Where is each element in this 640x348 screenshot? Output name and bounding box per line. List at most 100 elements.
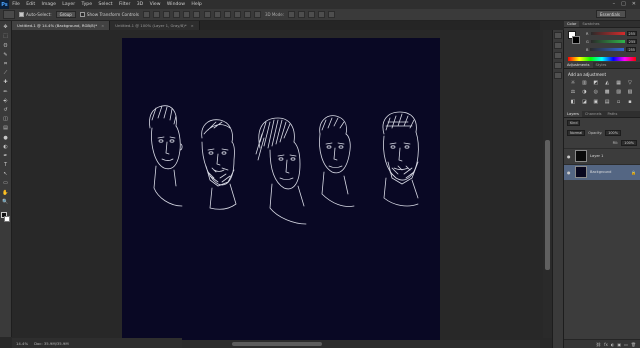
red-slider[interactable]: R 255 (586, 31, 637, 36)
zoom-level[interactable]: 14.4% (16, 341, 28, 346)
layer-filter-dropdown[interactable]: Kind (567, 119, 581, 126)
menu-type[interactable]: Type (78, 0, 95, 9)
color-spectrum[interactable] (568, 57, 636, 61)
brush-icon[interactable]: ✏ (2, 88, 10, 96)
color-swatches[interactable] (0, 211, 11, 224)
adjustment-icon[interactable]: ▪ (626, 99, 634, 106)
zoom-icon[interactable]: 🔍 (2, 199, 10, 207)
menu-view[interactable]: View (146, 0, 163, 9)
close-tab-icon[interactable]: × (101, 23, 104, 28)
tab-styles[interactable]: Styles (593, 62, 610, 68)
vertical-scroll-thumb[interactable] (545, 140, 550, 270)
tab-channels[interactable]: Channels (582, 111, 605, 117)
artboard[interactable] (122, 38, 440, 342)
clone-stamp-icon[interactable]: ⎆ (2, 98, 10, 106)
dodge-icon[interactable]: ◐ (2, 143, 10, 151)
menu-image[interactable]: Image (38, 0, 59, 9)
minimize-icon[interactable]: – (613, 1, 616, 8)
path-select-icon[interactable]: ↖ (2, 171, 10, 179)
layer-row[interactable]: ● Layer 1 (564, 147, 640, 164)
menu-help[interactable]: Help (188, 0, 205, 9)
maximize-icon[interactable]: □ (621, 1, 626, 8)
distribute-center-icon[interactable] (243, 11, 251, 18)
menu-filter[interactable]: Filter (116, 0, 134, 9)
tab-adjustments[interactable]: Adjustments (564, 62, 593, 68)
history-brush-icon[interactable]: ↺ (2, 107, 10, 115)
adjustment-icon[interactable]: ▫ (615, 99, 623, 106)
new-layer-icon[interactable]: ▭ (624, 342, 628, 347)
tab-swatches[interactable]: Swatches (579, 21, 602, 27)
blue-slider[interactable]: B 255 (586, 47, 637, 52)
background-color[interactable] (3, 215, 10, 222)
adjustment-icon[interactable]: ▦ (615, 80, 623, 87)
distribute-middle-icon[interactable] (213, 11, 221, 18)
tab-document-2[interactable]: Untitled-1 @ 100% (Layer 1, Gray/8)* × (110, 21, 200, 30)
distribute-top-icon[interactable] (203, 11, 211, 18)
adjustment-icon[interactable]: ▽ (626, 80, 634, 87)
mask-icon[interactable]: ◐ (611, 342, 615, 347)
adjustment-icon[interactable]: ☼ (569, 80, 577, 87)
align-middle-icon[interactable] (152, 11, 160, 18)
workspace-switcher[interactable]: Essentials (596, 10, 626, 18)
scale-3d-icon[interactable] (328, 11, 336, 18)
fill-field[interactable]: 100% (621, 139, 637, 146)
pen-icon[interactable]: ✒ (2, 153, 10, 161)
menu-3d[interactable]: 3D (134, 0, 147, 9)
blue-track[interactable] (590, 48, 625, 51)
adjustment-icon[interactable]: ◪ (580, 99, 588, 106)
type-icon[interactable]: T (2, 162, 10, 170)
blend-mode-dropdown[interactable]: Normal (567, 129, 586, 136)
move-icon[interactable]: ✥ (2, 24, 10, 32)
character-panel-icon[interactable] (554, 62, 562, 69)
adjustment-icon[interactable]: ◑ (580, 89, 588, 96)
eraser-icon[interactable]: ◫ (2, 116, 10, 124)
distribute-left-icon[interactable] (233, 11, 241, 18)
trash-icon[interactable]: 🗑 (631, 342, 636, 347)
horizontal-scroll-thumb[interactable] (232, 342, 322, 346)
menu-select[interactable]: Select (95, 0, 116, 9)
paragraph-panel-icon[interactable] (554, 72, 562, 79)
canvas-area[interactable] (12, 30, 540, 342)
slide-3d-icon[interactable] (318, 11, 326, 18)
marquee-icon[interactable]: ⬚ (2, 33, 10, 41)
align-right-icon[interactable] (192, 11, 200, 18)
drag-3d-icon[interactable] (308, 11, 316, 18)
healing-icon[interactable]: ✚ (2, 79, 10, 87)
align-center-icon[interactable] (182, 11, 190, 18)
visibility-eye-icon[interactable]: ● (567, 154, 572, 159)
properties-panel-icon[interactable] (554, 42, 562, 49)
quick-select-icon[interactable]: ✎ (2, 52, 10, 60)
adjustment-icon[interactable]: ◩ (592, 80, 600, 87)
adjustment-icon[interactable]: ▨ (615, 89, 623, 96)
brush-panel-icon[interactable] (554, 52, 562, 59)
auto-select-target-dropdown[interactable]: Group (55, 11, 76, 18)
green-track[interactable] (590, 40, 625, 43)
menu-file[interactable]: File (9, 0, 23, 9)
roll-3d-icon[interactable] (298, 11, 306, 18)
link-layers-icon[interactable]: ⛓ (596, 342, 601, 347)
adjustment-icon[interactable]: ◭ (603, 80, 611, 87)
adjustment-icon[interactable]: ▣ (592, 99, 600, 106)
gradient-icon[interactable]: ▤ (2, 125, 10, 133)
layer-row[interactable]: ● Background 🔒 (564, 163, 640, 180)
hand-icon[interactable]: ✋ (2, 189, 10, 197)
menu-window[interactable]: Window (164, 0, 189, 9)
rotate-3d-icon[interactable] (288, 11, 296, 18)
menu-edit[interactable]: Edit (23, 0, 38, 9)
adjustment-icon[interactable]: ⚖ (569, 89, 577, 96)
eyedropper-icon[interactable]: ⟋ (2, 70, 10, 78)
adjustment-icon[interactable]: ◧ (569, 99, 577, 106)
align-top-icon[interactable] (142, 11, 150, 18)
visibility-eye-icon[interactable]: ● (567, 170, 572, 175)
align-left-icon[interactable] (172, 11, 180, 18)
tool-preset-picker[interactable] (3, 10, 15, 19)
adjustment-icon[interactable]: ▥ (580, 80, 588, 87)
blue-value[interactable]: 255 (626, 47, 637, 52)
align-bottom-icon[interactable] (162, 11, 170, 18)
fx-icon[interactable]: fx (604, 342, 608, 347)
menu-layer[interactable]: Layer (59, 0, 78, 9)
green-slider[interactable]: G 255 (586, 39, 637, 44)
crop-icon[interactable]: ⌗ (2, 61, 10, 69)
distribute-right-icon[interactable] (253, 11, 261, 18)
adjustment-icon[interactable]: ▤ (603, 99, 611, 106)
